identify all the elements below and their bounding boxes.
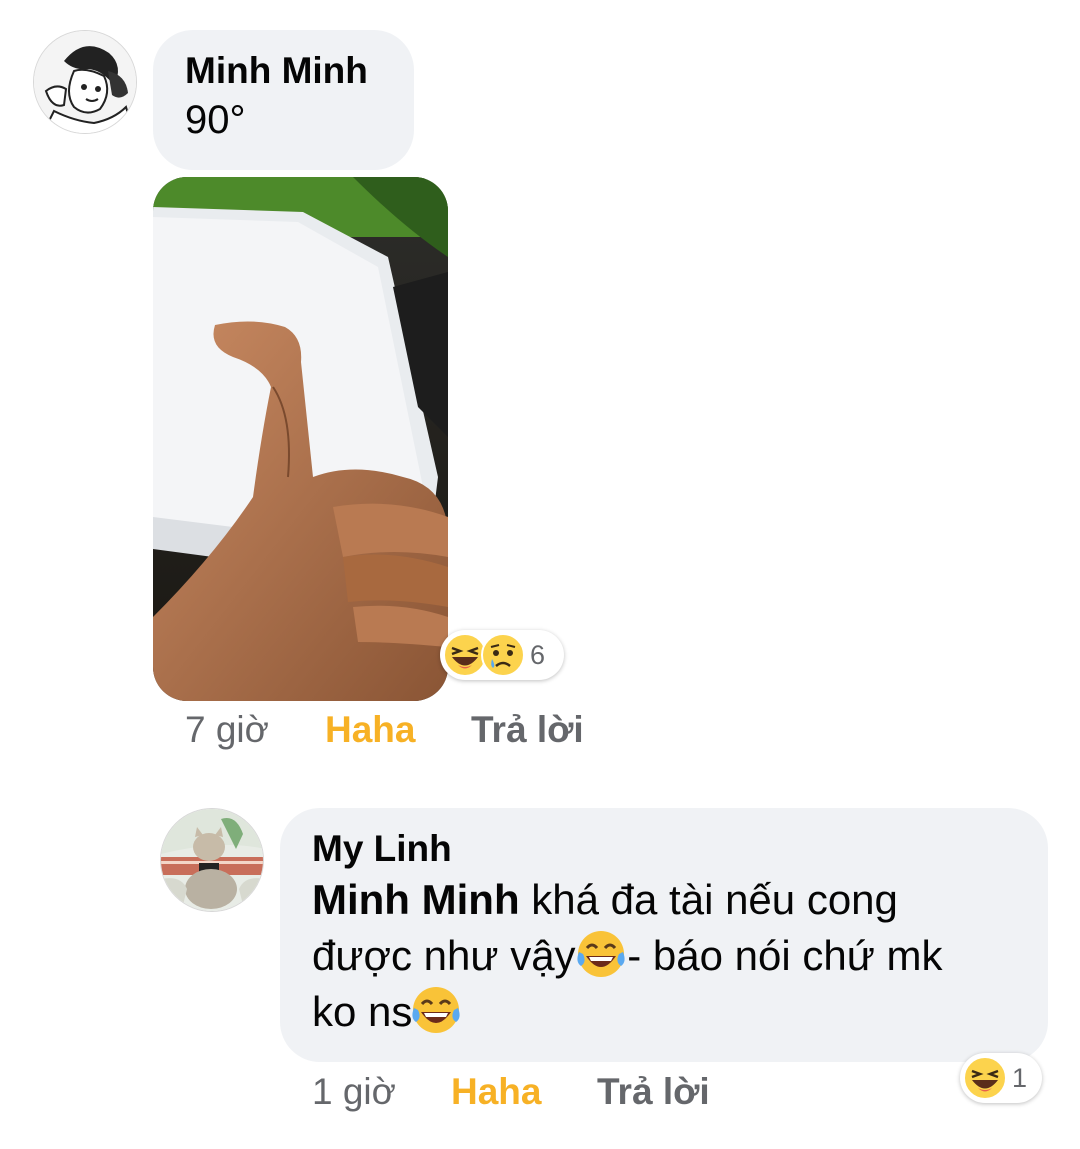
comment-line: Minh Minh khá đa tài nếu cong bbox=[312, 872, 1048, 928]
comment-text: Minh Minh khá đa tài nếu cong được như v… bbox=[312, 872, 1048, 1040]
comment-bubble[interactable]: Minh Minh 90° bbox=[153, 30, 414, 170]
comment-author[interactable]: My Linh bbox=[312, 826, 1048, 872]
reaction-count: 1 bbox=[1012, 1062, 1028, 1093]
comment-text-part: khá đa tài nếu cong bbox=[519, 876, 898, 923]
sad-icon bbox=[481, 633, 525, 677]
comment-text-part: ko ns bbox=[312, 988, 413, 1035]
comment-line: ko ns bbox=[312, 984, 1048, 1040]
haha-icon bbox=[963, 1056, 1007, 1100]
avatar[interactable] bbox=[160, 808, 264, 912]
reply-button[interactable]: Trả lời bbox=[471, 709, 584, 751]
avatar-cat-image bbox=[161, 809, 263, 911]
comment-text: 90° bbox=[185, 98, 246, 142]
reaction-summary[interactable]: 6 bbox=[440, 630, 564, 680]
reaction-summary[interactable]: 1 bbox=[960, 1053, 1042, 1103]
tears-of-joy-emoji-icon bbox=[577, 930, 625, 977]
tears-of-joy-emoji-icon bbox=[412, 986, 460, 1033]
avatar-manga-image bbox=[34, 31, 136, 133]
haha-reaction-button[interactable]: Haha bbox=[451, 1071, 541, 1113]
thumb-photo-image bbox=[153, 177, 448, 701]
reaction-count: 6 bbox=[530, 639, 546, 670]
haha-reaction-button[interactable]: Haha bbox=[325, 709, 415, 751]
avatar[interactable] bbox=[33, 30, 137, 134]
reply-button[interactable]: Trả lời bbox=[597, 1071, 710, 1113]
mention-link[interactable]: Minh Minh bbox=[312, 876, 520, 923]
comment-photo[interactable] bbox=[153, 177, 448, 701]
comment-bubble[interactable]: My Linh Minh Minh khá đa tài nếu cong đư… bbox=[280, 808, 1048, 1062]
comment-text-part: - báo nói chứ mk bbox=[627, 932, 943, 979]
comment-author[interactable]: Minh Minh bbox=[185, 50, 414, 92]
comment-text-part: được như vậy bbox=[312, 932, 588, 979]
comment-timestamp[interactable]: 1 giờ bbox=[312, 1071, 396, 1113]
comment-timestamp[interactable]: 7 giờ bbox=[185, 709, 269, 751]
comment-line: được như vậy - báo nói chứ mk bbox=[312, 928, 1048, 984]
